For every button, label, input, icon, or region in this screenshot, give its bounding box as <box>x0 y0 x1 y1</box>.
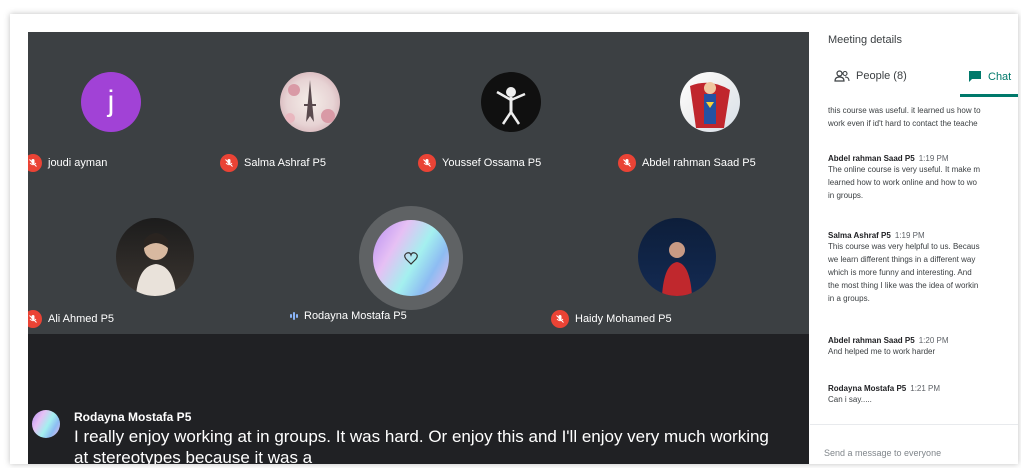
chat-message-body: This course was very helpful to us. Beca… <box>828 242 980 303</box>
caption-speaker-name: Rodayna Mostafa P5 <box>74 410 192 424</box>
chat-message-input[interactable]: Send a message to everyone <box>824 448 941 458</box>
chat-message-time: 1:19 PM <box>894 231 925 240</box>
composer-divider <box>810 424 1018 425</box>
avatar-youssef <box>481 72 541 132</box>
mic-off-icon <box>28 310 42 328</box>
chat-message-author: Salma Ashraf P5 <box>828 231 891 240</box>
mic-off-icon <box>551 310 569 328</box>
participant-name-salma: Salma Ashraf P5 <box>220 154 326 172</box>
chat-message-time: 1:19 PM <box>918 154 949 163</box>
avatar-abdel-rahman <box>680 72 740 132</box>
tab-chat[interactable]: Chat <box>968 70 1011 83</box>
panel-title: Meeting details <box>828 34 902 46</box>
participant-name-joudi: joudi ayman <box>28 154 107 172</box>
participant-name-ali: Ali Ahmed P5 <box>28 310 114 328</box>
people-icon <box>834 70 850 82</box>
live-caption: Rodayna Mostafa P5 I really enjoy workin… <box>28 334 809 464</box>
chat-message-body: The online course is very useful. It mak… <box>828 165 981 200</box>
mic-off-icon <box>618 154 636 172</box>
participant-grid: j joudi ayman Salma Ashraf P5 Youssef Os… <box>28 32 809 334</box>
caption-text: I really enjoy working at in groups. It … <box>74 427 769 464</box>
participant-name-youssef: Youssef Ossama P5 <box>418 154 541 172</box>
chat-message-time: 1:20 PM <box>918 336 949 345</box>
video-stage: j joudi ayman Salma Ashraf P5 Youssef Os… <box>28 32 809 464</box>
chat-message: Rodayna Mostafa P5 1:21 PM Can i say..... <box>828 384 1018 406</box>
mic-off-icon <box>220 154 238 172</box>
chat-message: Salma Ashraf P5 1:19 PM This course was v… <box>828 231 1018 305</box>
avatar-ali <box>116 218 194 296</box>
heart-icon <box>404 252 418 265</box>
chat-message-body: Can i say..... <box>828 395 872 404</box>
chat-message-time: 1:21 PM <box>910 384 941 393</box>
chat-message-author: Abdel rahman Saad P5 <box>828 154 915 163</box>
panel-tabs: People (8) Chat <box>810 70 1018 98</box>
audio-level-icon <box>290 312 298 320</box>
avatar-joudi: j <box>81 72 141 132</box>
chat-message-body: And helped me to work harder <box>828 347 936 356</box>
tab-people[interactable]: People (8) <box>834 70 907 82</box>
avatar-haidy <box>638 218 716 296</box>
chat-message: Abdel rahman Saad P5 1:20 PM And helped m… <box>828 336 1018 358</box>
participant-name-haidy: Haidy Mohamed P5 <box>551 310 672 328</box>
avatar-salma <box>280 72 340 132</box>
caption-speaker-avatar <box>32 410 60 438</box>
chat-message: this course was useful. it learned us ho… <box>828 104 1018 130</box>
mic-off-icon <box>418 154 436 172</box>
participant-name-rodayna: Rodayna Mostafa P5 <box>290 310 407 322</box>
chat-message-author: Rodayna Mostafa P5 <box>828 384 907 393</box>
mic-off-icon <box>28 154 42 172</box>
chat-message-body: this course was useful. it learned us ho… <box>828 106 981 128</box>
chat-message-list[interactable]: this course was useful. it learned us ho… <box>828 96 1018 416</box>
participant-name-abdel-rahman: Abdel rahman Saad P5 <box>618 154 756 172</box>
chat-message: Abdel rahman Saad P5 1:19 PM The online c… <box>828 154 1018 202</box>
chat-message-author: Abdel rahman Saad P5 <box>828 336 915 345</box>
meet-window: j joudi ayman Salma Ashraf P5 Youssef Os… <box>10 14 1018 464</box>
meeting-details-panel: Meeting details People (8) Chat this cou… <box>810 14 1018 464</box>
chat-icon <box>969 71 981 82</box>
avatar-rodayna <box>373 220 449 296</box>
